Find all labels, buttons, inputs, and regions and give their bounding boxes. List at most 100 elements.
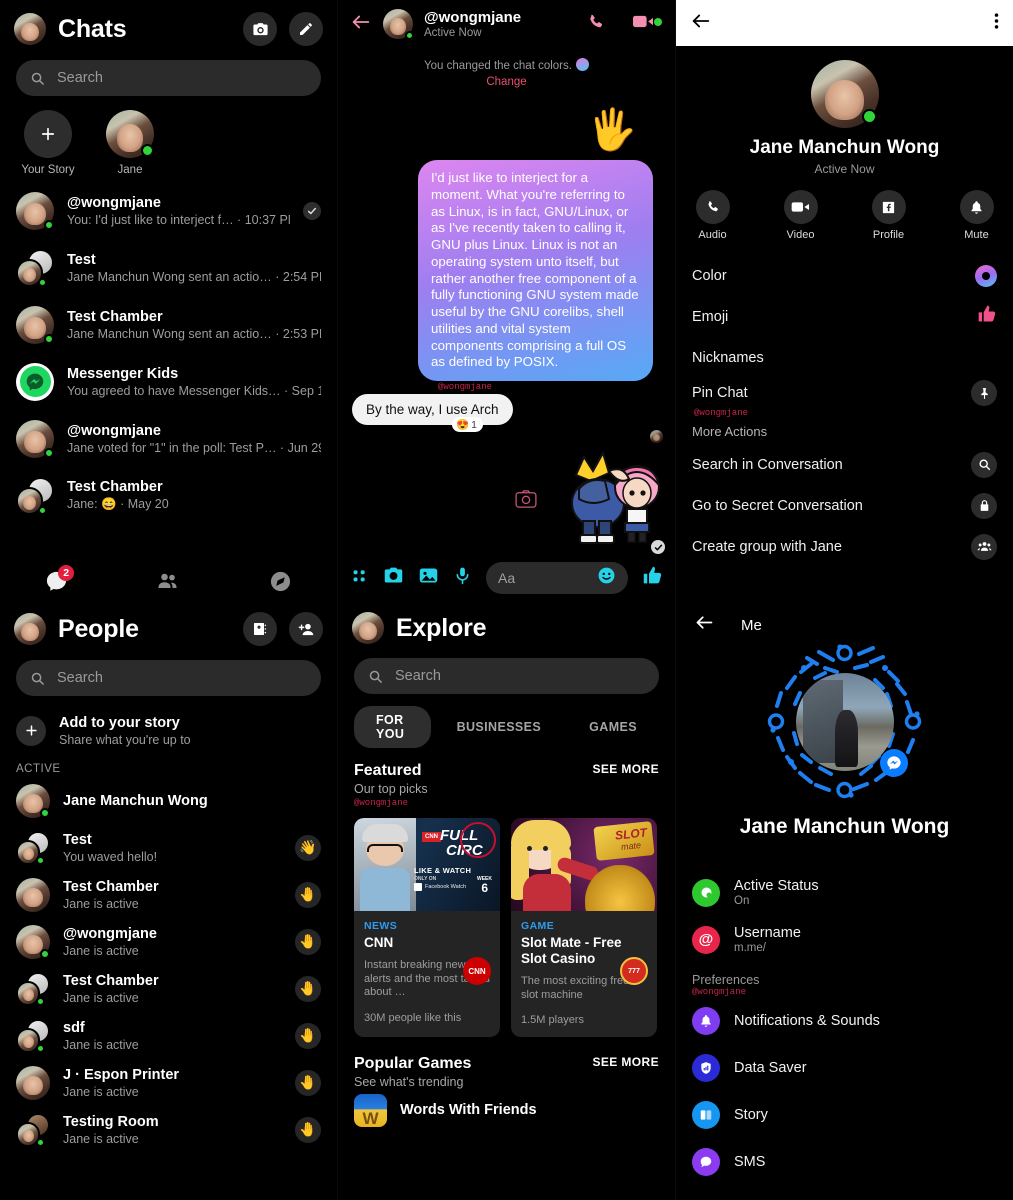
- avatar[interactable]: [16, 476, 54, 515]
- avatar[interactable]: [16, 1112, 50, 1147]
- avatar[interactable]: [16, 830, 50, 865]
- me-row[interactable]: Active Status On: [676, 869, 1013, 916]
- story-jane[interactable]: Jane: [100, 110, 160, 176]
- plus-icon[interactable]: [24, 110, 72, 158]
- avatar[interactable]: [16, 877, 50, 912]
- person-row[interactable]: Test You waved hello! 👋: [0, 824, 337, 871]
- person-row[interactable]: Testing Room Jane is active 🤚: [0, 1106, 337, 1153]
- wave-button[interactable]: 👋: [295, 834, 321, 861]
- camera-icon[interactable]: [243, 12, 277, 46]
- search-input[interactable]: Search: [16, 60, 321, 96]
- color-swatch-icon[interactable]: [975, 264, 997, 287]
- search-input[interactable]: Search: [16, 660, 321, 696]
- wave-button[interactable]: 🤚: [295, 975, 321, 1002]
- compose-pencil-icon[interactable]: [289, 12, 323, 46]
- preference-row[interactable]: SMS: [676, 1138, 1013, 1185]
- wave-button[interactable]: 🤚: [295, 928, 321, 955]
- action-profile[interactable]: Profile: [861, 190, 917, 241]
- nav-people[interactable]: [138, 569, 198, 593]
- wave-button[interactable]: 🤚: [295, 1116, 321, 1143]
- story-your-story[interactable]: Your Story: [18, 110, 78, 176]
- menu-item-nicknames[interactable]: Nicknames: [676, 337, 1013, 378]
- menu-item-search-in-conversation[interactable]: Search in Conversation: [676, 444, 1013, 485]
- tab-businesses[interactable]: BUSINESSES: [435, 713, 564, 741]
- search-icon[interactable]: [971, 451, 997, 478]
- messenger-code[interactable]: [767, 644, 922, 799]
- search-input[interactable]: Search: [354, 658, 659, 694]
- chat-thread-row[interactable]: @wongmjane Jane voted for "1" in the poll…: [0, 410, 337, 467]
- action-audio[interactable]: Audio: [685, 190, 741, 241]
- avatar[interactable]: [14, 613, 46, 645]
- message-reaction[interactable]: 😍 1: [452, 417, 483, 432]
- action-video[interactable]: Video: [773, 190, 829, 241]
- person-row[interactable]: Test Chamber Jane is active 🤚: [0, 965, 337, 1012]
- group-people-icon[interactable]: [971, 533, 997, 560]
- avatar[interactable]: [16, 248, 54, 287]
- popular-game-row[interactable]: W Words With Friends: [338, 1089, 675, 1135]
- avatar[interactable]: [16, 1065, 50, 1100]
- person-row[interactable]: sdf Jane is active 🤚: [0, 1012, 337, 1059]
- thumbs-up-icon[interactable]: [977, 304, 997, 329]
- phone-icon[interactable]: [586, 12, 606, 37]
- preference-row[interactable]: Story: [676, 1091, 1013, 1138]
- avatar[interactable]: [16, 1018, 50, 1053]
- video-camera-icon[interactable]: [633, 13, 662, 35]
- avatar[interactable]: [14, 13, 46, 45]
- three-dots-menu-icon[interactable]: [994, 11, 999, 36]
- tab-for-you[interactable]: FOR YOU: [354, 706, 431, 748]
- change-colors-link[interactable]: Change: [338, 76, 675, 88]
- person-row[interactable]: Jane Manchun Wong: [0, 777, 337, 824]
- avatar[interactable]: [352, 612, 384, 644]
- lock-icon[interactable]: [971, 492, 997, 519]
- chat-thread-row[interactable]: Test Chamber Jane: 😄 · May 20: [0, 467, 337, 524]
- back-arrow-icon[interactable]: [350, 11, 372, 38]
- microphone-icon[interactable]: [453, 566, 472, 590]
- chat-thread-row[interactable]: @wongmjane You: I'd just like to interjec…: [0, 182, 337, 239]
- me-row[interactable]: @ Username m.me/: [676, 916, 1013, 963]
- menu-item-more-actions[interactable]: More Actions: [676, 418, 1013, 444]
- active-people-list: Jane Manchun Wong Test You waved hello! 👋 Te…: [0, 777, 337, 1153]
- pin-icon[interactable]: [971, 380, 997, 406]
- person-row[interactable]: J · Espon Printer Jane is active 🤚: [0, 1059, 337, 1106]
- chat-thread-row[interactable]: Test Jane Manchun Wong sent an actio… · 2…: [0, 239, 337, 296]
- message-input[interactable]: Aa: [486, 562, 628, 594]
- outgoing-message-bubble[interactable]: I'd just like to interject for a moment.…: [418, 160, 653, 381]
- person-row[interactable]: @wongmjane Jane is active 🤚: [0, 918, 337, 965]
- chat-thread-row[interactable]: Test Chamber Jane Manchun Wong sent an ac…: [0, 296, 337, 353]
- incoming-message-bubble[interactable]: By the way, I use Arch: [352, 394, 513, 425]
- person-row[interactable]: Test Chamber Jane is active 🤚: [0, 871, 337, 918]
- emoji-smiley-icon[interactable]: [597, 566, 616, 590]
- add-to-your-story[interactable]: Add to your story Share what you're up t…: [0, 702, 337, 759]
- avatar[interactable]: [16, 362, 54, 401]
- menu-item-secret-conversation[interactable]: Go to Secret Conversation: [676, 485, 1013, 526]
- wave-button[interactable]: 🤚: [295, 1069, 321, 1096]
- preference-row[interactable]: Data Saver: [676, 1044, 1013, 1091]
- menu-item-create-group[interactable]: Create group with Jane: [676, 526, 1013, 567]
- back-arrow-icon[interactable]: [690, 10, 712, 37]
- menu-item-color[interactable]: Color: [676, 255, 1013, 296]
- back-arrow-icon[interactable]: [694, 612, 715, 638]
- featured-card-cnn[interactable]: CNN FULL CIRC LIKE & WATCH ONLY ON Faceb…: [354, 818, 500, 1038]
- wave-button[interactable]: 🤚: [295, 1022, 321, 1049]
- chat-thread-row[interactable]: Messenger Kids You agreed to have Messeng…: [0, 353, 337, 410]
- popular-games-see-more[interactable]: SEE MORE: [592, 1055, 659, 1069]
- action-mute[interactable]: Mute: [949, 190, 1005, 241]
- avatar[interactable]: [16, 971, 50, 1006]
- tab-games[interactable]: GAMES: [567, 713, 659, 741]
- nav-chats[interactable]: 2: [26, 564, 86, 593]
- add-person-icon[interactable]: [289, 612, 323, 646]
- featured-card-slot-mate[interactable]: SLOT mate 777 GAME Slot Mate - Free Slot…: [511, 818, 657, 1038]
- wave-button[interactable]: 🤚: [295, 881, 321, 908]
- nav-explore[interactable]: [251, 570, 311, 593]
- menu-item-emoji[interactable]: Emoji: [676, 296, 1013, 337]
- details-menu: Color Emoji Nicknames Pin Chat @wongmjan…: [676, 255, 1013, 567]
- apps-grid-icon[interactable]: [350, 566, 369, 590]
- active-section-label: ACTIVE: [16, 763, 61, 775]
- photo-gallery-icon[interactable]: [418, 565, 439, 591]
- camera-icon[interactable]: [383, 565, 404, 591]
- featured-see-more[interactable]: SEE MORE: [592, 762, 659, 776]
- menu-item-pin-chat[interactable]: Pin Chat: [676, 378, 1013, 408]
- preference-row[interactable]: Notifications & Sounds: [676, 997, 1013, 1044]
- contact-card-icon[interactable]: [243, 612, 277, 646]
- thumbs-up-icon[interactable]: [642, 565, 663, 591]
